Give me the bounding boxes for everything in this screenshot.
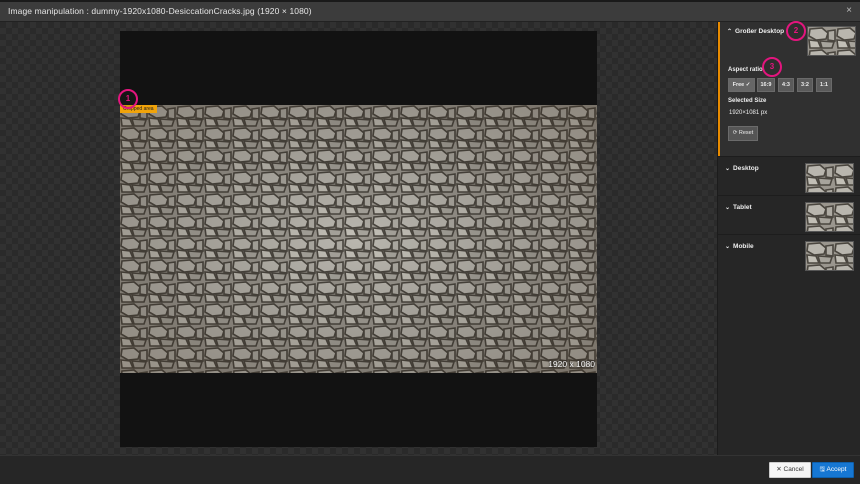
image-stage: Cropped area 1920 x 1080	[120, 31, 597, 447]
variant-panel-desktop[interactable]: ⌄ Desktop	[718, 156, 860, 194]
crop-image[interactable]	[120, 105, 597, 373]
selected-size-label: Selected Size	[728, 98, 767, 104]
callout-2: 2	[786, 21, 806, 41]
variant-panel-mobile[interactable]: ⌄ Mobile	[718, 234, 860, 272]
variant-title[interactable]: ⌃ Großer Desktop	[727, 28, 784, 35]
ratio-3-2-button[interactable]: 3:2	[797, 78, 813, 92]
variant-panel-grosser-desktop[interactable]: ⌃ Großer Desktop Aspect ratio Free ✓ 16:9…	[718, 22, 860, 156]
dialog-footer: ✕ Cancel 🖫 Accept	[0, 455, 860, 484]
variant-title[interactable]: ⌄ Mobile	[725, 243, 754, 250]
ratio-1-1-button[interactable]: 1:1	[816, 78, 832, 92]
chevron-down-icon: ⌄	[725, 166, 731, 172]
variant-thumbnail	[805, 202, 854, 232]
callout-1: 1	[118, 89, 138, 109]
variant-thumbnail	[807, 26, 856, 56]
accept-button[interactable]: 🖫 Accept	[812, 462, 854, 478]
variant-title-text: Mobile	[733, 243, 754, 250]
variant-thumbnail	[805, 163, 854, 193]
ratio-4-3-button[interactable]: 4:3	[778, 78, 794, 92]
chevron-up-icon: ⌃	[727, 29, 733, 35]
variant-title-text: Großer Desktop	[735, 28, 785, 35]
cancel-button[interactable]: ✕ Cancel	[769, 462, 811, 478]
dialog-title: Image manipulation : dummy-1920x1080-Des…	[8, 6, 312, 16]
ratio-free-button[interactable]: Free ✓	[728, 78, 755, 92]
variant-title[interactable]: ⌄ Desktop	[725, 165, 759, 172]
variant-title-text: Tablet	[733, 204, 752, 211]
variant-title[interactable]: ⌄ Tablet	[725, 204, 752, 211]
image-dimensions: 1920 x 1080	[548, 359, 595, 369]
ratio-16-9-button[interactable]: 16:9	[757, 78, 775, 92]
dialog-header: Image manipulation : dummy-1920x1080-Des…	[0, 2, 860, 22]
variant-title-text: Desktop	[733, 165, 759, 172]
variant-panel-tablet[interactable]: ⌄ Tablet	[718, 195, 860, 233]
selected-size-value: 1920×1081 px	[729, 110, 768, 116]
chevron-down-icon: ⌄	[725, 244, 731, 250]
crop-variants-sidebar: ⌃ Großer Desktop Aspect ratio Free ✓ 16:9…	[717, 21, 860, 455]
callout-3: 3	[762, 57, 782, 77]
chevron-down-icon: ⌄	[725, 205, 731, 211]
cracked-earth-image	[120, 105, 597, 373]
close-icon[interactable]: ×	[846, 5, 852, 16]
aspect-ratio-label: Aspect ratio	[728, 67, 763, 73]
crop-canvas: Cropped area 1920 x 1080 1	[0, 22, 717, 455]
variant-thumbnail	[805, 241, 854, 271]
reset-button[interactable]: ⟳ Reset	[728, 126, 758, 141]
